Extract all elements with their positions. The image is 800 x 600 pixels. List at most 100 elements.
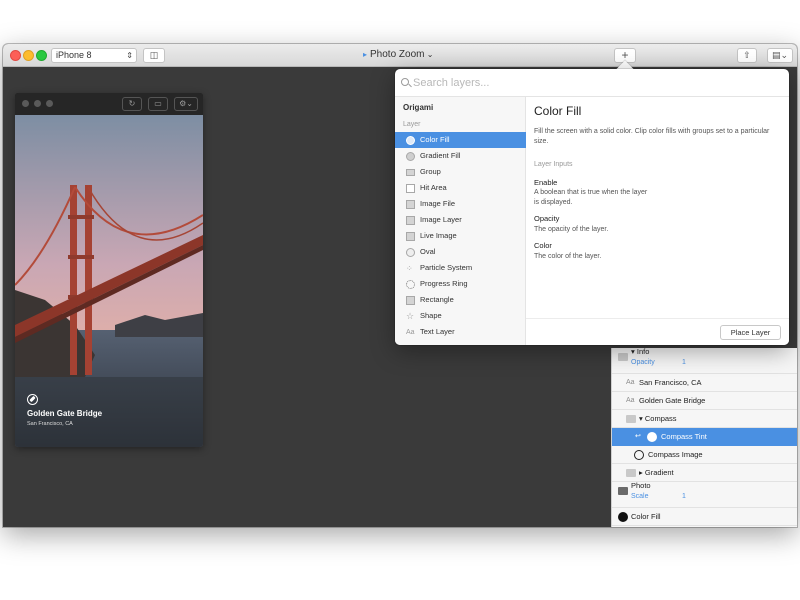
- ring-icon: [406, 280, 415, 289]
- compass-image-icon: [634, 450, 644, 460]
- layer-row-compass-image[interactable]: Compass Image: [612, 446, 797, 464]
- close-window-button[interactable]: [10, 50, 21, 61]
- viewer-close-dot[interactable]: [22, 100, 29, 107]
- layer-row-compass-tint[interactable]: ↩ Compass Tint: [612, 428, 797, 446]
- input-name: Color: [534, 241, 552, 250]
- prototype-viewer: ↻ ▭ ⚙⌄ Golden Gate Bridge San Francisco,…: [15, 93, 203, 447]
- updown-chevron-icon: ⇕: [126, 51, 133, 60]
- list-item-group[interactable]: Group: [395, 164, 526, 180]
- search-icon: [401, 78, 409, 86]
- document-icon: ▸: [363, 50, 368, 59]
- list-item-label: Color Fill: [420, 135, 450, 144]
- group-title: Origami: [403, 103, 434, 112]
- layout-menu-button[interactable]: ▤⌄: [767, 48, 793, 63]
- list-item-live-image[interactable]: Live Image: [395, 228, 526, 244]
- input-name: Enable: [534, 178, 558, 187]
- list-item-hit-area[interactable]: Hit Area: [395, 180, 526, 196]
- layer-property-value[interactable]: 1: [682, 488, 686, 506]
- share-icon: ⇧: [743, 50, 751, 60]
- input-name: Opacity: [534, 214, 560, 223]
- viewer-settings-button[interactable]: ⚙⌄: [174, 97, 198, 111]
- layer-row-color-fill[interactable]: Color Fill: [612, 508, 797, 526]
- bridge-photo: Golden Gate Bridge San Francisco, CA: [15, 115, 203, 447]
- list-item-image-file[interactable]: Image File: [395, 196, 526, 212]
- bridge-illustration: [15, 115, 203, 447]
- compass-icon[interactable]: [27, 394, 38, 405]
- list-item-label: Oval: [420, 247, 436, 256]
- link-icon: ↩: [635, 433, 641, 440]
- layer-row-text[interactable]: Aa Golden Gate Bridge: [612, 392, 797, 410]
- layer-property-value[interactable]: 1: [682, 354, 686, 372]
- circle-icon: [406, 136, 415, 145]
- viewer-min-dot[interactable]: [34, 100, 41, 107]
- video-camera-icon: ▭: [154, 99, 162, 108]
- list-item-label: Progress Ring: [420, 279, 468, 288]
- layer-type-list: Origami Layer Color Fill Gradient Fill G…: [395, 97, 526, 345]
- input-description: A boolean that is true when the layer is…: [534, 189, 648, 206]
- rectangle-icon: [406, 296, 415, 305]
- list-item-label: Rectangle: [420, 295, 454, 304]
- list-item-label: Image File: [420, 199, 456, 208]
- viewer-toolbar: ↻ ▭ ⚙⌄: [15, 93, 203, 115]
- list-item-progress-ring[interactable]: Progress Ring: [395, 276, 526, 292]
- folder-icon: [626, 469, 636, 477]
- star-icon: ☆: [406, 311, 415, 321]
- layer-label: Gradient: [644, 468, 674, 477]
- list-item-rectangle[interactable]: Rectangle: [395, 292, 526, 308]
- list-item-particle-system[interactable]: ⁘ Particle System: [395, 260, 526, 276]
- device-select[interactable]: iPhone 8 ⇕: [51, 48, 137, 63]
- maximize-window-button[interactable]: [36, 50, 47, 61]
- image-icon: [406, 232, 415, 241]
- folder-icon: [406, 169, 415, 176]
- layer-row-text[interactable]: Aa San Francisco, CA: [612, 374, 797, 392]
- search-bar: [395, 69, 789, 97]
- list-item-shape[interactable]: ☆ Shape: [395, 308, 526, 324]
- input-description: The opacity of the layer.: [534, 226, 609, 233]
- circle-icon: [406, 152, 415, 161]
- list-item-label: Image Layer: [420, 215, 462, 224]
- layer-row-photo[interactable]: Photo Scale 1: [612, 481, 797, 508]
- split-view-icon: ◫: [149, 50, 159, 60]
- detail-title: Color Fill: [534, 104, 582, 118]
- list-item-label: Particle System: [420, 263, 473, 272]
- color-fill-icon: [647, 432, 657, 442]
- chevron-down-icon: ⌄: [424, 50, 434, 59]
- layer-label: Golden Gate Bridge: [639, 396, 706, 405]
- layers-panel: ▾ Info Opacity 1 Aa San Francisco, CA Aa…: [611, 347, 797, 527]
- layer-detail-pane: Color Fill Fill the screen with a solid …: [526, 97, 789, 345]
- detail-footer: Place Layer: [526, 318, 789, 345]
- layer-property-label: Opacity: [631, 359, 655, 366]
- insert-layer-popover: Origami Layer Color Fill Gradient Fill G…: [395, 69, 789, 345]
- viewer-max-dot[interactable]: [46, 100, 53, 107]
- input-description: The color of the layer.: [534, 253, 602, 260]
- toggle-view-button[interactable]: ◫: [143, 48, 165, 63]
- text-layer-icon: Aa: [626, 379, 635, 386]
- folder-icon: [626, 415, 636, 423]
- refresh-button[interactable]: ↻: [122, 97, 142, 111]
- image-icon: [406, 216, 415, 225]
- list-item-color-fill[interactable]: Color Fill: [395, 132, 526, 148]
- document-title-label: Photo Zoom: [370, 49, 425, 60]
- layer-label: Compass Image: [648, 450, 703, 459]
- record-button[interactable]: ▭: [148, 97, 168, 111]
- list-item-gradient-fill[interactable]: Gradient Fill: [395, 148, 526, 164]
- device-select-label: iPhone 8: [56, 50, 92, 60]
- gear-icon: ⚙⌄: [179, 99, 193, 108]
- search-input[interactable]: [413, 74, 773, 92]
- layer-row-info[interactable]: ▾ Info Opacity 1: [612, 347, 797, 374]
- place-layer-button[interactable]: Place Layer: [720, 325, 781, 340]
- list-item-label: Gradient Fill: [420, 151, 461, 160]
- circle-icon: [406, 248, 415, 257]
- photo-title: Golden Gate Bridge: [27, 409, 103, 418]
- minimize-window-button[interactable]: [23, 50, 34, 61]
- color-fill-icon: [618, 512, 628, 522]
- share-button[interactable]: ⇧: [737, 48, 757, 63]
- list-item-image-layer[interactable]: Image Layer: [395, 212, 526, 228]
- list-item-label: Hit Area: [420, 183, 447, 192]
- list-item-oval[interactable]: Oval: [395, 244, 526, 260]
- image-icon: [406, 200, 415, 209]
- image-icon: [618, 487, 628, 495]
- document-title[interactable]: ▸ Photo Zoom ⌄: [363, 49, 433, 60]
- list-item-text-layer[interactable]: Aa Text Layer: [395, 324, 526, 340]
- layer-row-compass[interactable]: ▾ Compass: [612, 410, 797, 428]
